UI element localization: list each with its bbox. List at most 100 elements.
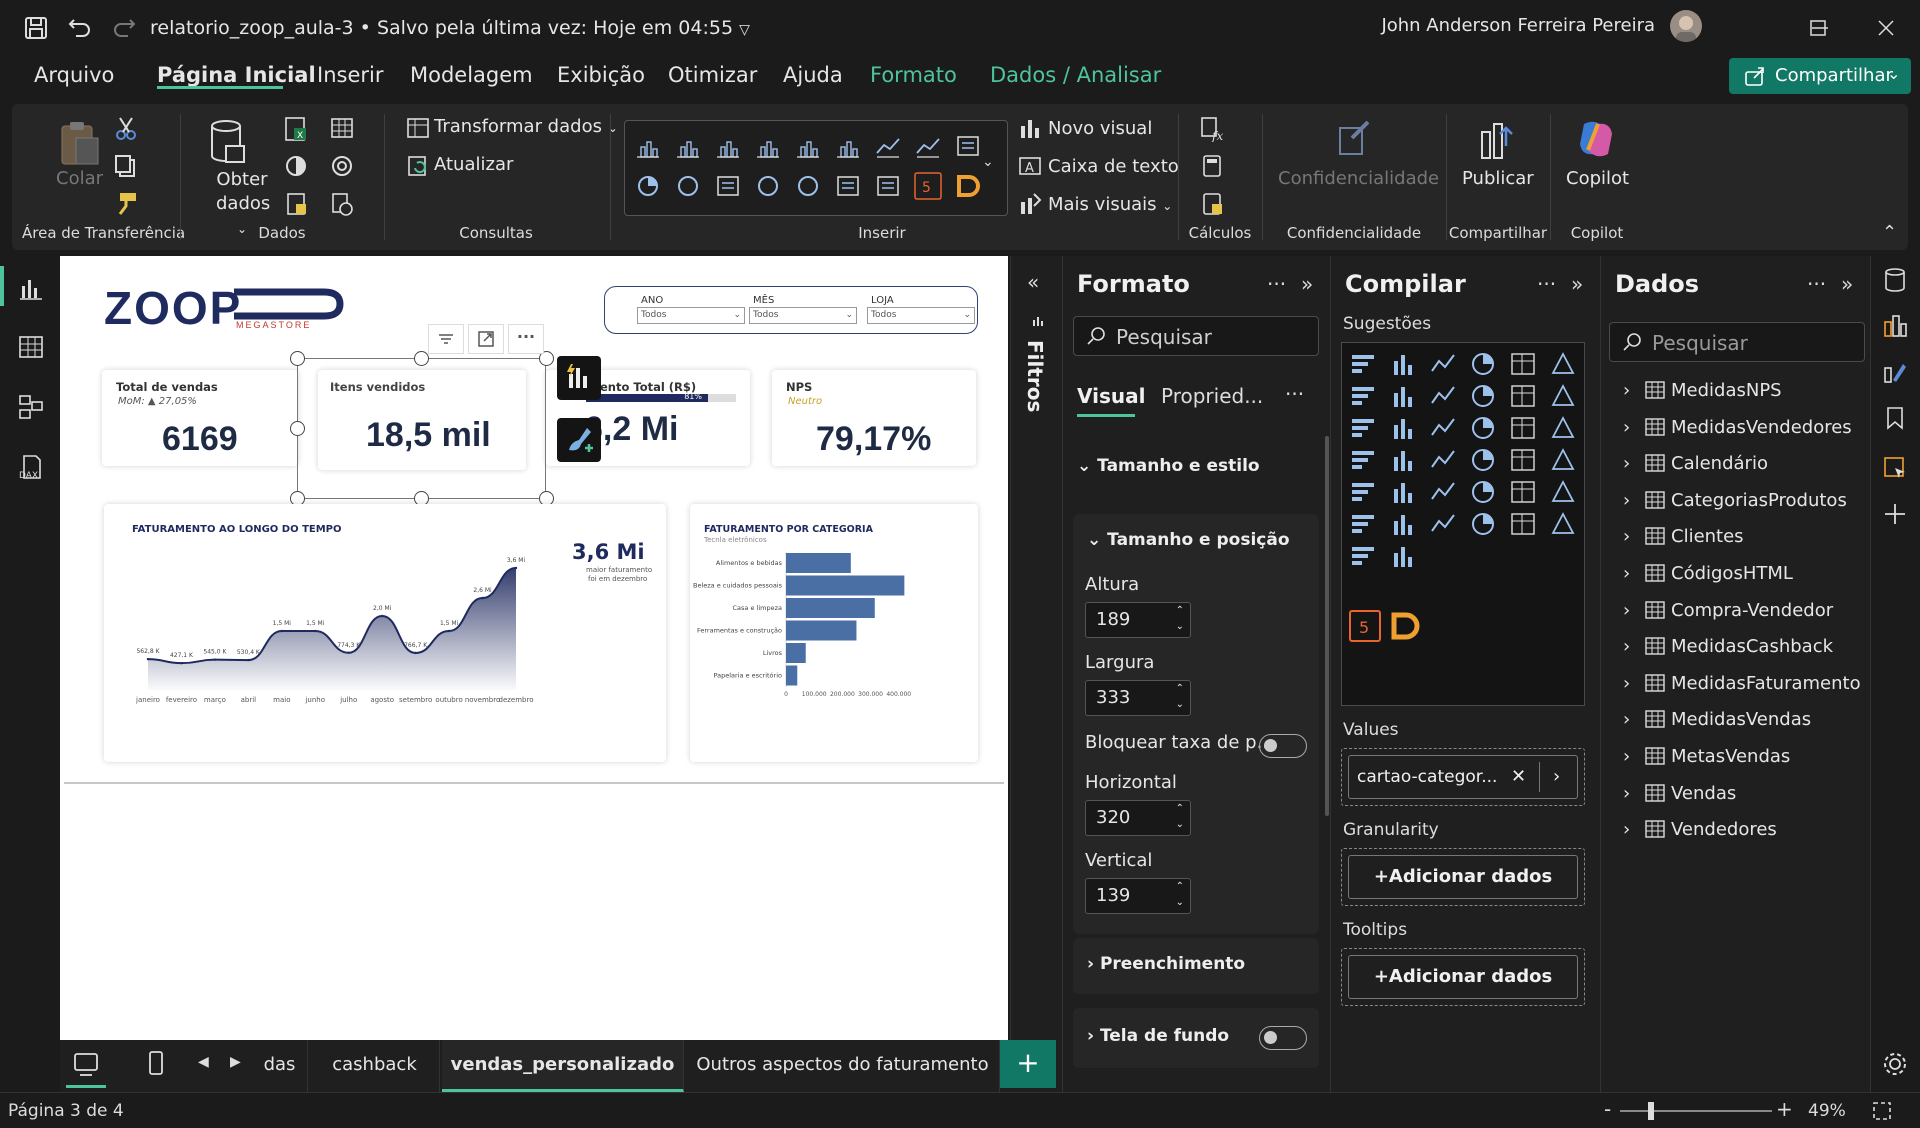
chevron-right-icon[interactable]: › [1623, 600, 1645, 621]
background-toggle[interactable] [1259, 1026, 1307, 1050]
deneb-icon[interactable] [957, 175, 980, 197]
width-input[interactable]: 333 ⌃ ⌄ [1085, 680, 1191, 716]
paste-button[interactable]: Colar [56, 168, 103, 189]
spinner-arrows-icon[interactable]: ⌃ ⌄ [1176, 801, 1184, 833]
new-visual-button[interactable]: Novo visual [1048, 118, 1152, 139]
refresh-button[interactable]: Atualizar [434, 154, 513, 175]
stacked-bar-icon[interactable] [637, 141, 659, 158]
menu-pagina-inicial[interactable]: Página Inicial [157, 63, 316, 87]
model-view-icon[interactable] [16, 392, 46, 422]
visual-type-icon[interactable] [1352, 387, 1374, 405]
tab-outros-aspectos[interactable]: Outros aspectos do faturamento [686, 1040, 1000, 1092]
visual-type-icon[interactable] [1472, 513, 1494, 535]
visual-type-icon[interactable] [1511, 353, 1535, 375]
tab-properties[interactable]: Propried... [1161, 384, 1263, 408]
size-position-header[interactable]: ⌄ Tamanho e posição [1087, 530, 1290, 550]
html-content-visual-icon[interactable]: 5 [1349, 610, 1381, 642]
spinner-arrows-icon[interactable]: ⌃ ⌄ [1176, 603, 1184, 635]
more-options-icon[interactable]: ··· [1807, 272, 1826, 296]
collapse-pane-icon[interactable]: » [1841, 272, 1853, 296]
zoom-in-button[interactable]: + [1776, 1097, 1793, 1121]
fill-section[interactable]: › Preenchimento [1073, 938, 1319, 994]
resize-handle[interactable] [290, 421, 305, 436]
focus-mode-icon[interactable] [468, 324, 504, 354]
data-table-item[interactable]: › CategoriasProdutos [1623, 490, 1847, 511]
mobile-layout-icon[interactable] [144, 1048, 168, 1082]
clustered-column-icon[interactable] [757, 141, 779, 158]
100-bar-icon[interactable] [797, 141, 819, 158]
next-page-icon[interactable]: ▶ [230, 1054, 241, 1070]
kpi-card-nps[interactable]: NPS Neutro 79,17% [772, 370, 976, 466]
data-pane-icon[interactable] [1881, 266, 1909, 294]
visual-type-icon[interactable] [1431, 514, 1455, 532]
pane-scrollbar[interactable] [1325, 436, 1329, 816]
close-icon[interactable] [1874, 16, 1898, 40]
visual-type-icon[interactable] [1551, 448, 1575, 470]
format-visual-icon[interactable] [557, 418, 601, 462]
remove-field-icon[interactable]: ✕ [1511, 756, 1526, 798]
more-options-icon[interactable]: ··· [1285, 382, 1304, 406]
chevron-right-icon[interactable]: › [1623, 563, 1645, 584]
horizontal-input[interactable]: 320 ⌃ ⌄ [1085, 800, 1191, 836]
chevron-right-icon[interactable]: › [1623, 526, 1645, 547]
filter-visual-icon[interactable] [428, 324, 464, 354]
visual-type-icon[interactable] [1352, 419, 1374, 437]
visual-type-icon[interactable] [1394, 387, 1412, 407]
data-table-item[interactable]: › Vendedores [1623, 819, 1777, 840]
menu-inserir[interactable]: Inserir [317, 63, 383, 87]
visual-type-icon[interactable] [1352, 451, 1374, 469]
recent-sources-icon[interactable] [328, 152, 356, 180]
visual-type-icon[interactable] [1352, 355, 1374, 373]
spinner-arrows-icon[interactable]: ⌃ ⌄ [1176, 681, 1184, 713]
dataverse-icon[interactable] [282, 152, 310, 180]
dax-query-view-icon[interactable]: DAX [16, 452, 46, 482]
revenue-by-category-chart[interactable]: FATURAMENTO POR CATEGORIA Tecnla eletrôn… [690, 504, 978, 762]
menu-ajuda[interactable]: Ajuda [783, 63, 843, 87]
zoom-slider-thumb[interactable] [1648, 1102, 1654, 1120]
treemap-icon[interactable] [717, 176, 739, 196]
build-visual-icon[interactable] [557, 356, 601, 400]
visual-type-icon[interactable] [1394, 483, 1412, 503]
data-table-item[interactable]: › Clientes [1623, 526, 1744, 547]
visual-type-icon[interactable] [1551, 512, 1575, 534]
data-table-item[interactable]: › Calendário [1623, 453, 1768, 474]
html-content-icon[interactable]: 5 [914, 172, 942, 200]
clustered-bar-icon[interactable] [717, 141, 739, 158]
add-tooltips-button[interactable]: +Adicionar dados [1348, 955, 1578, 999]
visual-type-icon[interactable] [1511, 385, 1535, 407]
format-painter-icon[interactable] [112, 190, 140, 218]
transform-data-button[interactable]: Transformar dados ⌄ [434, 116, 618, 137]
tab-vendas[interactable]: das [252, 1040, 308, 1092]
vertical-input[interactable]: 139 ⌃ ⌄ [1085, 878, 1191, 914]
report-view-icon[interactable] [16, 274, 46, 304]
publish-button[interactable]: Publicar [1462, 168, 1534, 189]
visual-type-icon[interactable] [1431, 354, 1455, 372]
table-view-icon[interactable] [16, 332, 46, 362]
data-table-item[interactable]: › MedidasNPS [1623, 380, 1782, 401]
visual-type-icon[interactable] [1394, 355, 1412, 375]
100-column-icon[interactable] [837, 141, 859, 158]
build-pane-icon[interactable] [1881, 312, 1909, 340]
text-box-button[interactable]: Caixa de texto [1048, 156, 1179, 177]
visual-type-icon[interactable] [1551, 416, 1575, 438]
visual-type-icon[interactable] [1472, 353, 1494, 375]
size-style-section[interactable]: ⌄ Tamanho e estilo [1077, 456, 1260, 476]
quick-measure-icon[interactable] [1198, 152, 1226, 180]
menu-formato[interactable]: Formato [870, 63, 957, 87]
multirow-card-icon[interactable] [877, 176, 899, 196]
visual-type-icon[interactable] [1394, 547, 1412, 567]
table-icon[interactable] [328, 114, 356, 142]
bookmark-icon[interactable] [1881, 404, 1909, 432]
data-table-item[interactable]: › MedidasVendas [1623, 709, 1811, 730]
visual-type-icon[interactable] [1472, 481, 1494, 503]
add-granularity-button[interactable]: +Adicionar dados [1348, 855, 1578, 899]
visual-type-icon[interactable] [1431, 450, 1455, 468]
chevron-right-icon[interactable]: › [1623, 819, 1645, 840]
share-button[interactable]: Compartilhar ⌄ [1729, 58, 1911, 94]
data-table-item[interactable]: › CódigosHTML [1623, 563, 1793, 584]
donut-chart-icon[interactable] [678, 176, 698, 196]
visual-type-icon[interactable] [1551, 480, 1575, 502]
gauge-icon[interactable] [798, 176, 818, 196]
visual-type-icon[interactable] [1352, 483, 1374, 501]
collapse-pane-icon[interactable]: » [1301, 272, 1313, 296]
